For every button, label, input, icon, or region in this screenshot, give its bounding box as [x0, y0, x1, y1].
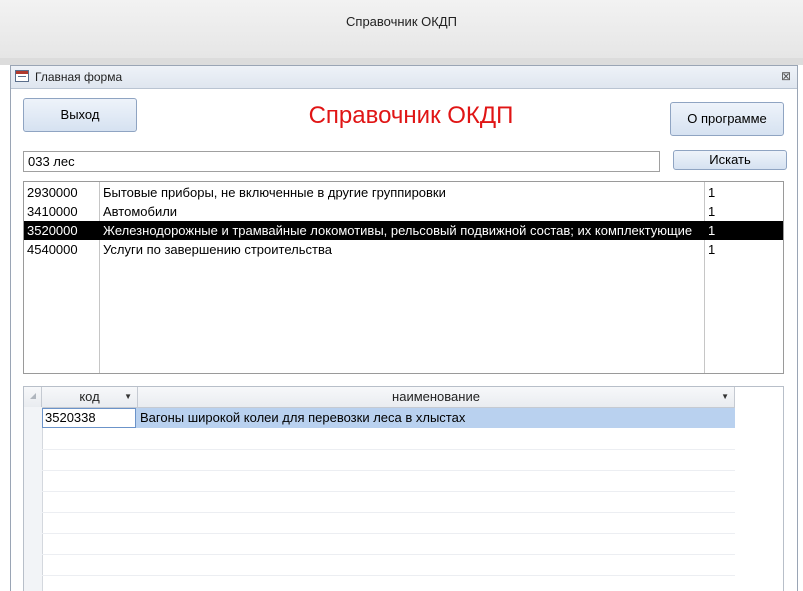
search-button[interactable]: Искать	[673, 150, 787, 170]
grid-line	[42, 449, 735, 450]
subform-datasheet[interactable]: код ▼ наименование ▼ 3520338 Вагоны широ…	[23, 386, 784, 591]
list-item-flag: 1	[708, 223, 716, 238]
cell-name[interactable]: Вагоны широкой колеи для перевозки леса …	[138, 408, 735, 428]
titlebar-gap	[0, 58, 803, 65]
sort-dropdown-icon[interactable]: ▼	[124, 387, 132, 407]
list-item-code: 3410000	[27, 204, 78, 219]
cell-code[interactable]: 3520338	[42, 408, 136, 428]
list-item-name: Железнодорожные и трамвайные локомотивы,…	[103, 223, 693, 238]
grid-line	[42, 533, 735, 534]
column-header-code[interactable]: код ▼	[42, 387, 138, 407]
list-item-flag: 1	[708, 204, 716, 219]
sort-dropdown-icon[interactable]: ▼	[721, 387, 729, 407]
list-item-flag: 1	[708, 242, 716, 257]
datasheet-header: код ▼ наименование ▼	[24, 387, 735, 408]
list-item[interactable]: 4540000 Услуги по завершению строительст…	[24, 240, 783, 259]
grid-line	[42, 512, 735, 513]
list-item[interactable]: 2930000 Бытовые приборы, не включенные в…	[24, 183, 783, 202]
table-row[interactable]: 3520338 Вагоны широкой колеи для перевоз…	[42, 408, 735, 428]
window-title: Справочник ОКДП	[346, 14, 457, 29]
results-listbox[interactable]: 2930000 Бытовые приборы, не включенные в…	[23, 181, 784, 374]
form-title: Главная форма	[35, 70, 123, 84]
grid-line	[42, 554, 735, 555]
exit-button[interactable]: Выход	[23, 98, 137, 132]
main-form: Главная форма ⊠ Выход Справочник ОКДП О …	[10, 65, 798, 591]
list-item-code: 3520000	[27, 223, 78, 238]
about-button[interactable]: О программе	[670, 102, 784, 136]
list-item-flag: 1	[708, 185, 716, 200]
record-selector-column[interactable]	[24, 407, 43, 591]
list-item-selected[interactable]: 3520000 Железнодорожные и трамвайные лок…	[24, 221, 783, 240]
list-item-code: 2930000	[27, 185, 78, 200]
column-header-label: наименование	[392, 389, 480, 404]
form-icon	[15, 70, 29, 82]
list-item-code: 4540000	[27, 242, 78, 257]
app-titlebar: Справочник ОКДП	[0, 0, 803, 59]
column-header-label: код	[79, 389, 100, 404]
select-all-corner[interactable]	[24, 387, 42, 407]
grid-line	[42, 491, 735, 492]
grid-line	[42, 470, 735, 471]
list-item-name: Услуги по завершению строительства	[103, 242, 332, 257]
close-icon[interactable]: ⊠	[781, 69, 791, 83]
column-header-name[interactable]: наименование ▼	[138, 387, 735, 407]
list-item[interactable]: 3410000 Автомобили 1	[24, 202, 783, 221]
search-input[interactable]	[23, 151, 660, 172]
list-item-name: Автомобили	[103, 204, 178, 219]
grid-line	[42, 575, 735, 576]
form-tab-header[interactable]: Главная форма ⊠	[11, 66, 797, 89]
list-item-name: Бытовые приборы, не включенные в другие …	[103, 185, 446, 200]
app-heading: Справочник ОКДП	[308, 102, 514, 129]
